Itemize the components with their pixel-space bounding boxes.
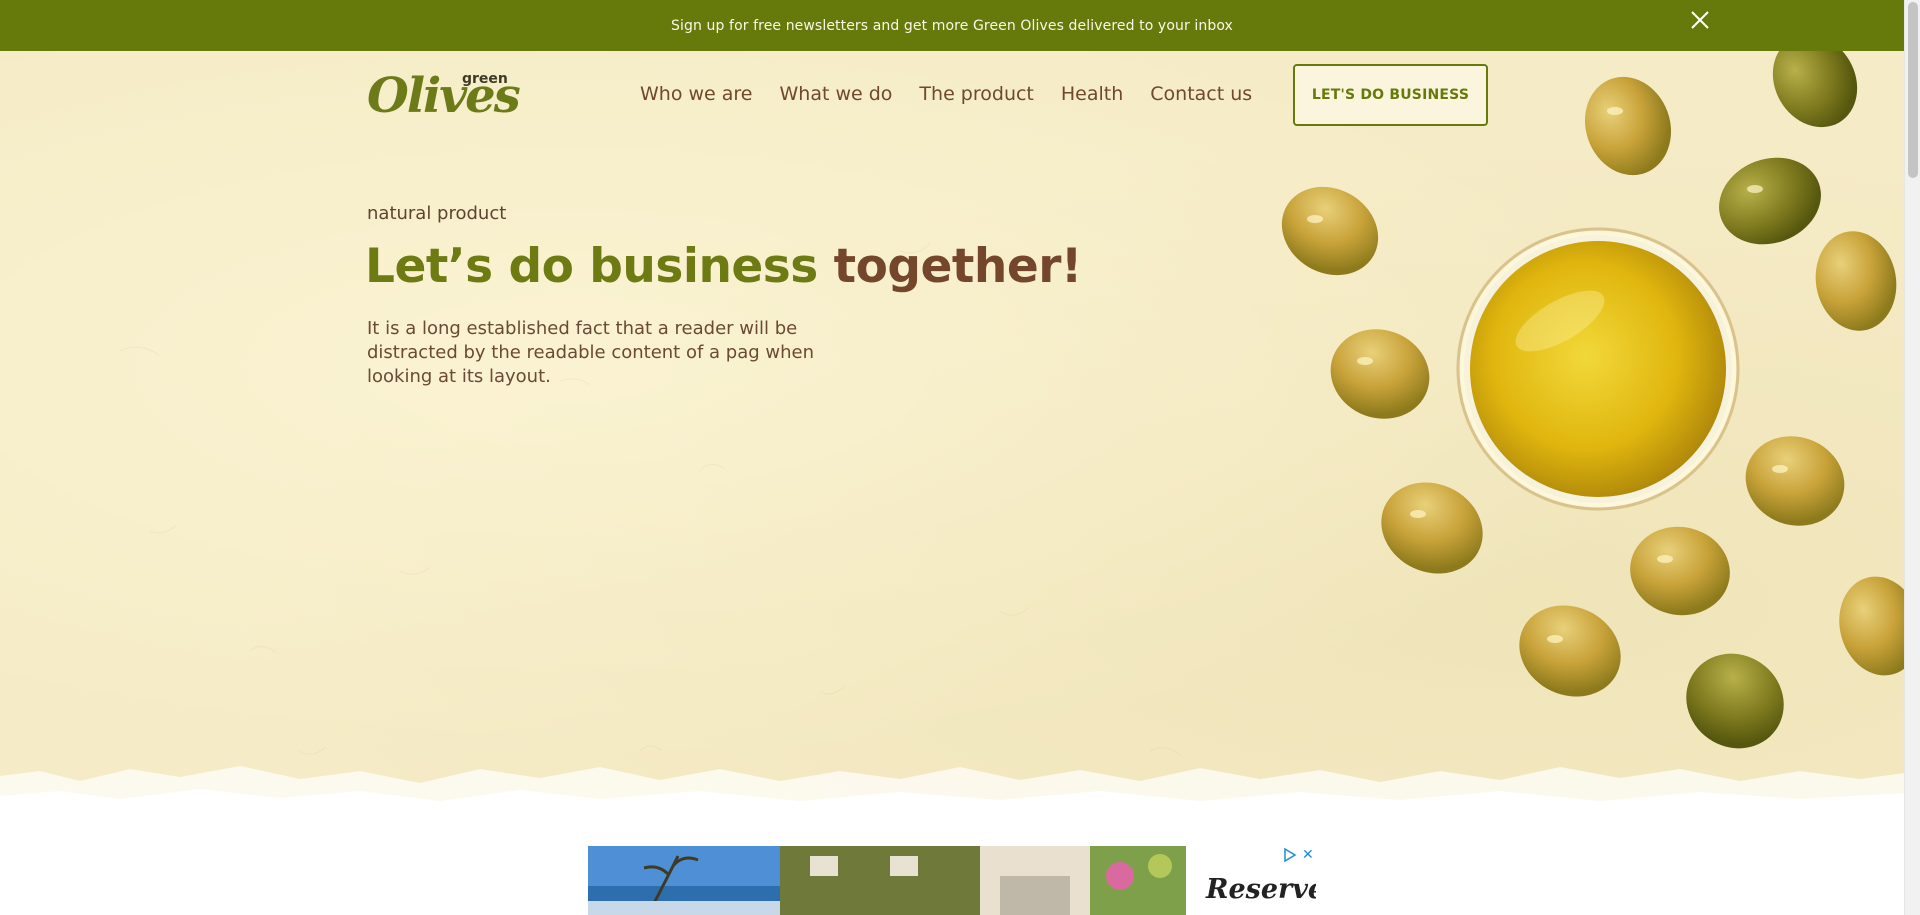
- hero-eyebrow: natural product: [367, 203, 507, 224]
- hero-lead-text: It is a long established fact that a rea…: [367, 318, 814, 387]
- newsletter-banner: Sign up for free newsletters and get mor…: [0, 0, 1904, 51]
- newsletter-banner-text[interactable]: Sign up for free newsletters and get mor…: [671, 18, 1233, 34]
- ad-choices-icon[interactable]: [1283, 848, 1297, 862]
- nav-health[interactable]: Health: [1061, 83, 1123, 105]
- hero-section: Olives green Who we are What we do The p…: [0, 51, 1904, 841]
- nav-what-we-do[interactable]: What we do: [780, 83, 893, 105]
- nav-contact-us[interactable]: Contact us: [1150, 83, 1252, 105]
- ad-close-button[interactable]: ✕: [1302, 847, 1314, 863]
- scrollbar-thumb[interactable]: [1908, 2, 1918, 178]
- main-nav: Who we are What we do The product Health…: [640, 83, 1252, 105]
- lets-do-business-button[interactable]: LET'S DO BUSINESS: [1293, 64, 1488, 126]
- logo[interactable]: Olives green: [367, 71, 521, 121]
- nav-who-we-are[interactable]: Who we are: [640, 83, 753, 105]
- ad-villa-photo: [780, 846, 1186, 915]
- close-icon[interactable]: [1689, 9, 1711, 31]
- torn-paper-edge: [0, 766, 1904, 841]
- hero-headline-accent: together!: [833, 239, 1083, 294]
- hero-headline-main: Let’s do business: [365, 239, 834, 294]
- hero-headline: Let’s do business together!: [365, 239, 1082, 294]
- advertisement[interactable]: Reserve ✕: [588, 846, 1316, 915]
- scrollbar[interactable]: [1904, 0, 1920, 915]
- ad-coast-photo: [588, 846, 780, 915]
- logo-tagline: green: [462, 71, 508, 87]
- ad-reserve-label: Reserve: [1206, 874, 1316, 905]
- nav-the-product[interactable]: The product: [919, 83, 1033, 105]
